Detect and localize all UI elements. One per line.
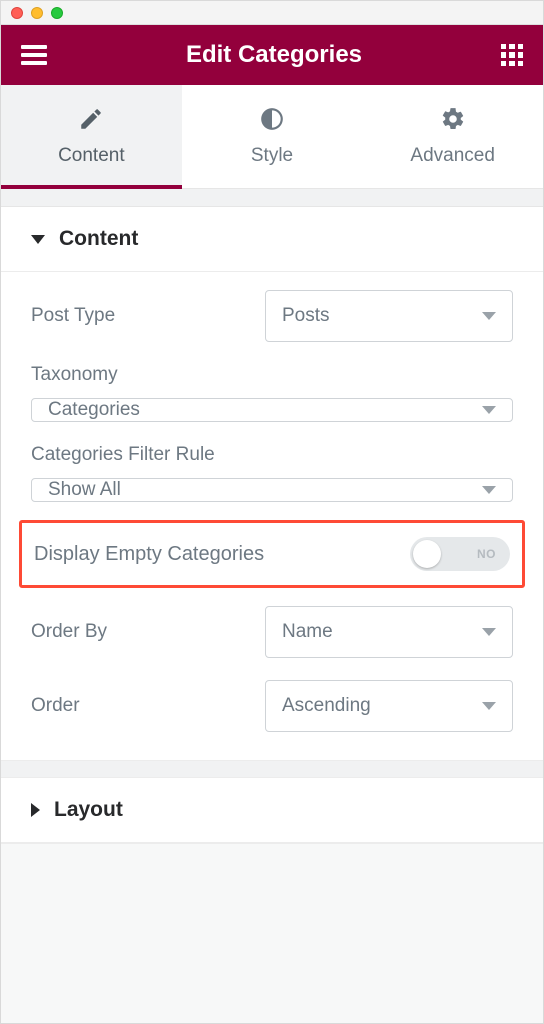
select-order-by[interactable]: Name xyxy=(265,606,513,658)
label-taxonomy: Taxonomy xyxy=(31,364,513,386)
tab-content[interactable]: Content xyxy=(1,85,182,188)
row-order: Order Ascending xyxy=(31,680,513,732)
tab-advanced[interactable]: Advanced xyxy=(362,85,543,188)
select-order[interactable]: Ascending xyxy=(265,680,513,732)
chevron-down-icon xyxy=(31,235,45,244)
label-display-empty: Display Empty Categories xyxy=(34,543,264,566)
select-post-type-value: Posts xyxy=(282,305,330,327)
row-taxonomy: Taxonomy Categories xyxy=(31,364,513,422)
window-titlebar xyxy=(1,1,543,25)
toggle-display-empty-text: NO xyxy=(477,547,496,561)
chevron-down-icon xyxy=(482,406,496,414)
row-filter-rule: Categories Filter Rule Show All xyxy=(31,444,513,502)
label-order-by: Order By xyxy=(31,621,107,643)
section-layout-title: Layout xyxy=(54,798,123,822)
chevron-down-icon xyxy=(482,628,496,636)
section-content: Content Post Type Posts Taxonomy Categor… xyxy=(1,207,543,760)
editor-header: Edit Categories xyxy=(1,25,543,85)
section-content-body: Post Type Posts Taxonomy Categories Cate… xyxy=(1,272,543,760)
chevron-down-icon xyxy=(482,702,496,710)
section-layout: Layout xyxy=(1,778,543,843)
chevron-down-icon xyxy=(482,486,496,494)
tabs: Content Style Advanced xyxy=(1,85,543,189)
section-content-header[interactable]: Content xyxy=(1,207,543,272)
footer-fill xyxy=(1,843,543,1023)
pencil-icon xyxy=(78,106,104,132)
window-zoom-button[interactable] xyxy=(51,7,63,19)
tabs-bottom-spacer xyxy=(1,189,543,207)
toggle-display-empty[interactable]: NO xyxy=(410,537,510,571)
tab-style[interactable]: Style xyxy=(182,85,363,188)
select-post-type[interactable]: Posts xyxy=(265,290,513,342)
row-post-type: Post Type Posts xyxy=(31,290,513,342)
gear-icon xyxy=(440,106,466,132)
section-content-title: Content xyxy=(59,227,138,251)
tab-advanced-label: Advanced xyxy=(410,145,495,167)
label-order: Order xyxy=(31,695,80,717)
row-order-by: Order By Name xyxy=(31,606,513,658)
label-post-type: Post Type xyxy=(31,305,115,327)
select-order-by-value: Name xyxy=(282,621,333,643)
select-taxonomy-value: Categories xyxy=(48,399,140,421)
section-gap xyxy=(1,760,543,778)
highlight-display-empty: Display Empty Categories NO xyxy=(19,520,525,588)
chevron-right-icon xyxy=(31,803,40,817)
window-close-button[interactable] xyxy=(11,7,23,19)
menu-icon[interactable] xyxy=(21,45,47,65)
select-order-value: Ascending xyxy=(282,695,371,717)
tab-style-label: Style xyxy=(251,145,293,167)
window-minimize-button[interactable] xyxy=(31,7,43,19)
toggle-knob xyxy=(413,540,441,568)
chevron-down-icon xyxy=(482,312,496,320)
label-filter-rule: Categories Filter Rule xyxy=(31,444,513,466)
section-layout-header[interactable]: Layout xyxy=(1,778,543,843)
header-title: Edit Categories xyxy=(47,41,501,69)
contrast-icon xyxy=(259,106,285,132)
select-filter-rule[interactable]: Show All xyxy=(31,478,513,502)
select-taxonomy[interactable]: Categories xyxy=(31,398,513,422)
tab-content-label: Content xyxy=(58,145,125,167)
select-filter-rule-value: Show All xyxy=(48,479,121,501)
apps-grid-icon[interactable] xyxy=(501,44,523,66)
